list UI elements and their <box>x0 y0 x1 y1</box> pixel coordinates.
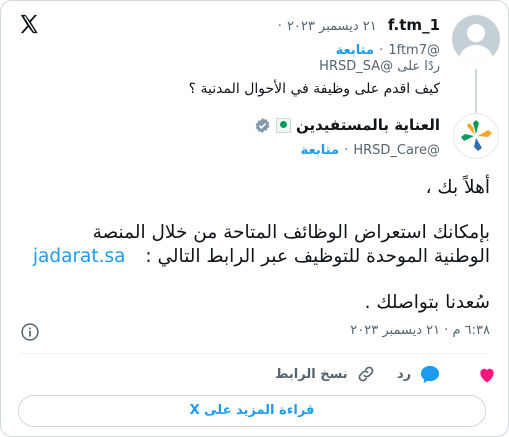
separator-dot: · <box>277 19 282 34</box>
tweet-card: 1_f.tm ٢١ ديسمبر ٢٠٢٣ · @1ftm7 · متابعة … <box>0 0 509 437</box>
reply-subheader: @1ftm7 · متابعة <box>336 39 440 58</box>
follow-button[interactable]: متابعة <box>301 143 339 158</box>
tweet-body-text: الوطنية الموحدة للتوظيف عبر الرابط التال… <box>145 246 490 267</box>
reply-action[interactable]: رد <box>397 364 441 384</box>
speech-bubble-icon <box>421 365 440 384</box>
info-icon[interactable] <box>20 322 40 342</box>
follow-button[interactable]: متابعة <box>336 43 374 58</box>
main-author-name[interactable]: العناية بالمستفيدين <box>296 116 440 134</box>
link-icon <box>358 366 374 382</box>
separator-dot: · <box>344 143 349 158</box>
reply-date[interactable]: ٢١ ديسمبر ٢٠٢٣ <box>287 19 377 34</box>
x-logo-icon[interactable] <box>18 13 40 35</box>
replying-to-prefix: ردًا على <box>397 59 440 74</box>
hrsd-avatar[interactable] <box>453 113 499 159</box>
main-author-handle[interactable]: @HRSD_Care <box>353 143 440 158</box>
divider <box>19 353 490 354</box>
reply-label: رد <box>397 366 412 382</box>
separator-dot: · <box>379 43 384 58</box>
main-header: العناية بالمستفيدين <box>254 116 440 134</box>
hrsd-logo-icon <box>461 120 492 151</box>
tweet-body-line-2: الوطنية الموحدة للتوظيف عبر الرابط التال… <box>33 245 490 269</box>
jadarat-link[interactable]: jadarat.sa <box>33 246 126 267</box>
replying-to-handle[interactable]: @HRSD_SA <box>319 59 393 74</box>
verified-icon[interactable] <box>254 117 271 134</box>
reply-author-avatar[interactable] <box>452 15 500 63</box>
tweet-closing: سُعدنا بتواصلك . <box>364 292 490 313</box>
reply-header: 1_f.tm ٢١ ديسمبر ٢٠٢٣ · <box>278 15 440 34</box>
reply-text: كيف اقدم على وظيفة في الأحوال المدنية ؟ <box>188 81 440 97</box>
tweet-timestamp[interactable]: ٦:٣٨ م · ٢١ ديسمبر ٢٠٢٣ <box>350 323 490 338</box>
reply-author-name[interactable]: 1_f.tm <box>388 16 440 34</box>
main-subheader: @HRSD_Care · متابعة <box>301 139 440 158</box>
heart-icon[interactable] <box>477 365 497 385</box>
replying-to: ردًا على @HRSD_SA <box>319 59 440 74</box>
copy-link-label: نسخ الرابط <box>275 366 348 382</box>
thread-line <box>475 69 477 113</box>
tweet-greeting: أهلاً بك ، <box>425 177 490 198</box>
tweet-body-line-1: بإمكانك استعراض الوظائف المتاحة من خلال … <box>92 222 490 243</box>
flag-emoji-icon <box>275 117 291 133</box>
copy-link-action[interactable]: نسخ الرابط <box>275 364 376 384</box>
read-more-button[interactable]: قراءة المزيد على X <box>18 395 486 427</box>
reply-author-handle[interactable]: @1ftm7 <box>388 43 440 58</box>
